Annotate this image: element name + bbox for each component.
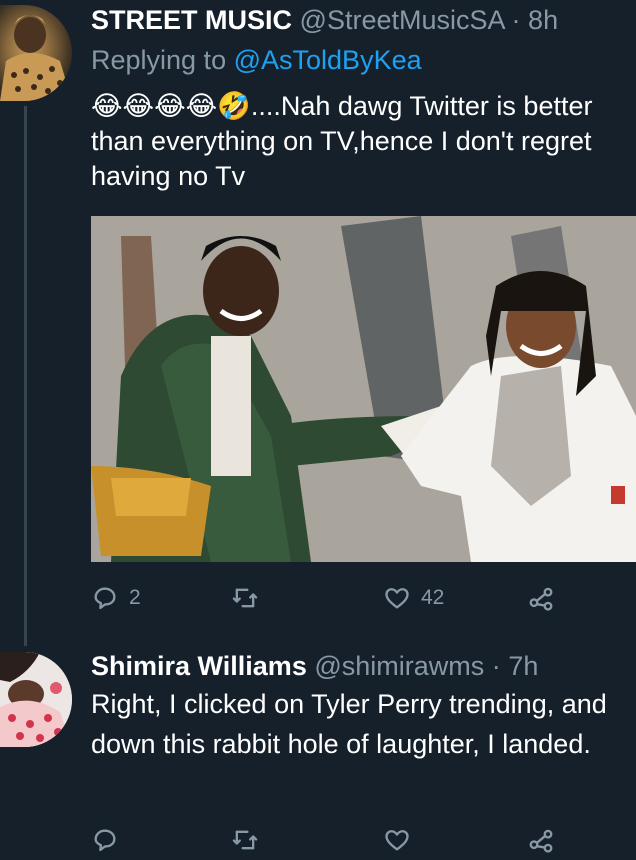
tweet-text: Right, I clicked on Tyler Perry trending… <box>91 689 607 759</box>
reply-button[interactable]: 2 <box>91 578 141 618</box>
tweet-shimira-williams[interactable]: Shimira Williams @shimirawms · 7h Right,… <box>0 640 636 853</box>
separator: · <box>511 5 521 35</box>
photo-two-men-laughing <box>91 216 636 562</box>
emoji-laughing: 😂😂😂😂🤣 <box>91 91 251 121</box>
share-icon <box>529 829 553 853</box>
timestamp[interactable]: 7h <box>508 651 538 681</box>
replying-to-label: Replying to <box>91 45 227 75</box>
tweet-header: Shimira Williams @shimirawms · 7h <box>91 650 538 682</box>
heart-icon <box>385 588 409 609</box>
reply-icon <box>94 829 116 852</box>
retweet-icon <box>232 588 258 608</box>
reply-icon <box>94 587 116 610</box>
retweet-button[interactable] <box>231 578 269 618</box>
timestamp[interactable]: 8h <box>528 5 558 35</box>
tweet-header: STREET MUSIC @StreetMusicSA · 8h <box>91 4 558 36</box>
like-button[interactable]: 42 <box>383 578 444 618</box>
avatar[interactable] <box>0 5 72 101</box>
thread-line <box>24 106 27 646</box>
share-icon <box>529 587 553 611</box>
mention-link[interactable]: @AsToldByKea <box>234 45 422 75</box>
like-count: 42 <box>421 586 445 609</box>
user-handle[interactable]: @StreetMusicSA <box>300 5 504 35</box>
reply-button[interactable] <box>91 820 129 860</box>
heart-icon <box>385 830 409 851</box>
share-button[interactable] <box>527 578 555 618</box>
display-name[interactable]: Shimira Williams <box>91 651 307 681</box>
retweet-icon <box>232 830 258 850</box>
avatar[interactable] <box>0 652 72 747</box>
tweet-photo[interactable] <box>91 216 636 562</box>
user-handle[interactable]: @shimirawms <box>314 651 484 681</box>
tweet-actions <box>91 820 636 860</box>
like-button[interactable] <box>383 820 421 860</box>
share-button[interactable] <box>527 820 555 860</box>
separator: · <box>491 651 501 681</box>
tweet-text: 😂😂😂😂🤣....Nah dawg Twitter is better than… <box>91 89 621 194</box>
tweet-actions: 2 42 <box>91 578 636 618</box>
replying-to: Replying to @AsToldByKea <box>91 44 422 76</box>
display-name[interactable]: STREET MUSIC <box>91 5 292 35</box>
tweet-street-music[interactable]: STREET MUSIC @StreetMusicSA · 8h Replyin… <box>0 0 636 646</box>
reply-count: 2 <box>129 586 141 609</box>
retweet-button[interactable] <box>231 820 269 860</box>
